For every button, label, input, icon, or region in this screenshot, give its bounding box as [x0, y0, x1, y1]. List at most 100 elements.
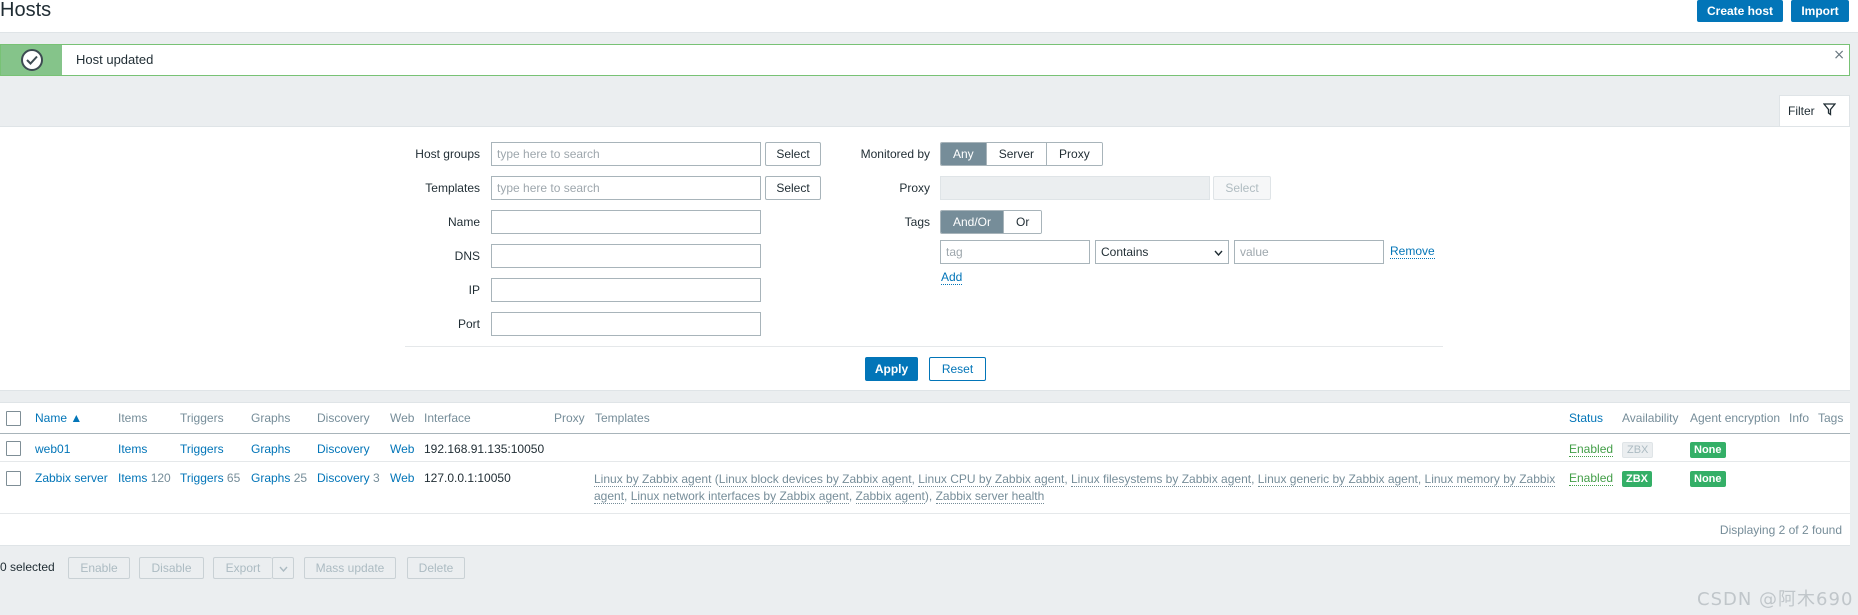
page-header: Hosts Create host Import: [0, 0, 1858, 33]
filter-separator: [405, 346, 1443, 347]
triggers-link[interactable]: Triggers: [180, 471, 224, 485]
web-link[interactable]: Web: [390, 442, 414, 456]
encryption-badge: None: [1690, 442, 1726, 458]
column-proxy: Proxy: [554, 411, 585, 425]
add-tag-link[interactable]: Add: [941, 270, 963, 285]
items-link[interactable]: Items: [118, 471, 147, 485]
tags-operator-toggle[interactable]: And/Or Or: [940, 210, 1043, 234]
template-link[interactable]: Linux filesystems by Zabbix agent: [1070, 472, 1252, 487]
column-interface: Interface: [424, 411, 471, 425]
tag-operator-select[interactable]: Contains: [1095, 240, 1229, 264]
hosts-table: Name ▲ Items Triggers Graphs Discovery W…: [0, 402, 1850, 546]
template-link[interactable]: Linux block devices by Zabbix agent: [718, 472, 912, 487]
encryption-badge: None: [1690, 471, 1726, 487]
triggers-count: 65: [226, 471, 241, 485]
proxy-input: [940, 176, 1210, 200]
reset-button[interactable]: Reset: [929, 357, 986, 381]
chevron-down-icon: [278, 561, 288, 575]
template-link[interactable]: Linux generic by Zabbix agent: [1257, 472, 1418, 487]
proxy-label: Proxy: [899, 181, 930, 195]
template-link[interactable]: Linux CPU by Zabbix agent: [918, 472, 1065, 487]
monitored-by-toggle[interactable]: Any Server Proxy: [940, 142, 1103, 166]
discovery-link[interactable]: Discovery: [317, 471, 370, 485]
enable-button[interactable]: Enable: [68, 557, 130, 579]
delete-button[interactable]: Delete: [407, 557, 465, 579]
name-input[interactable]: [491, 210, 761, 234]
tags-or[interactable]: Or: [1004, 211, 1042, 233]
name-label: Name: [447, 215, 480, 229]
export-dropdown-button[interactable]: [272, 557, 294, 579]
selected-count: 0 selected: [0, 560, 55, 574]
monitored-by-server[interactable]: Server: [986, 143, 1048, 165]
web-link[interactable]: Web: [390, 471, 414, 485]
monitored-by-any[interactable]: Any: [941, 143, 987, 165]
column-status[interactable]: Status: [1569, 411, 1603, 425]
host-groups-input[interactable]: type here to search: [491, 142, 761, 166]
select-all-checkbox[interactable]: [6, 411, 21, 426]
filter-tab[interactable]: Filter: [1779, 95, 1850, 126]
triggers-link[interactable]: Triggers: [180, 442, 224, 456]
availability-badge: ZBX: [1622, 471, 1652, 487]
filter-panel: [0, 126, 1850, 391]
filter-tab-label: Filter: [1788, 104, 1815, 118]
host-name-link[interactable]: web01: [35, 442, 70, 456]
column-triggers: Triggers: [180, 411, 224, 425]
ip-input[interactable]: [491, 278, 761, 302]
items-count: 120: [150, 471, 171, 485]
header-divider: [0, 433, 1850, 434]
page-title: Hosts: [0, 0, 52, 21]
port-input[interactable]: [491, 312, 761, 336]
tag-input[interactable]: tag: [940, 240, 1090, 264]
remove-tag-link[interactable]: Remove: [1390, 244, 1435, 259]
disable-button[interactable]: Disable: [139, 557, 204, 579]
dns-label: DNS: [454, 249, 480, 263]
host-groups-select-button[interactable]: Select: [765, 142, 821, 166]
interface-value: 192.168.91.135:10050: [424, 442, 545, 456]
tag-value-input[interactable]: value: [1234, 240, 1384, 264]
column-availability: Availability: [1622, 411, 1679, 425]
template-link[interactable]: Zabbix agent: [855, 489, 925, 504]
export-button[interactable]: Export: [213, 557, 272, 579]
templates-label: Templates: [425, 181, 480, 195]
host-name-link[interactable]: Zabbix server: [35, 471, 108, 485]
templates-list: Linux by Zabbix agent (Linux block devic…: [594, 472, 1556, 504]
success-icon-box: [1, 45, 62, 75]
status-toggle[interactable]: Enabled: [1569, 442, 1614, 457]
graphs-link[interactable]: Graphs: [251, 471, 290, 485]
graphs-link[interactable]: Graphs: [251, 442, 290, 456]
tags-label: Tags: [904, 215, 930, 229]
column-items: Items: [118, 411, 148, 425]
import-button[interactable]: Import: [1791, 0, 1849, 22]
check-icon: [20, 49, 43, 71]
dns-input[interactable]: [491, 244, 761, 268]
create-host-button[interactable]: Create host: [1697, 0, 1783, 22]
apply-button[interactable]: Apply: [865, 357, 918, 381]
column-web: Web: [390, 411, 415, 425]
monitored-by-proxy[interactable]: Proxy: [1047, 143, 1102, 165]
displaying-count: Displaying 2 of 2 found: [1719, 523, 1842, 537]
tag-operator-value: Contains: [1101, 245, 1149, 259]
column-tags: Tags: [1818, 411, 1844, 425]
template-link[interactable]: Zabbix server health: [935, 489, 1045, 504]
status-toggle[interactable]: Enabled: [1569, 471, 1614, 486]
row-checkbox[interactable]: [6, 471, 21, 486]
interface-value: 127.0.0.1:10050: [424, 471, 511, 485]
host-groups-label: Host groups: [415, 147, 480, 161]
close-icon[interactable]: ×: [1833, 47, 1845, 63]
row-divider: [0, 461, 1850, 462]
templates-input[interactable]: type here to search: [491, 176, 761, 200]
templates-select-button[interactable]: Select: [765, 176, 821, 200]
mass-update-button[interactable]: Mass update: [304, 557, 396, 579]
column-graphs: Graphs: [251, 411, 291, 425]
template-link[interactable]: Linux network interfaces by Zabbix agent: [630, 489, 849, 504]
items-link[interactable]: Items: [118, 442, 147, 456]
column-name[interactable]: Name ▲: [35, 411, 82, 425]
tags-andor[interactable]: And/Or: [941, 211, 1005, 233]
column-templates: Templates: [595, 411, 650, 425]
success-message: Host updated ×: [0, 44, 1850, 76]
availability-badge: ZBX: [1622, 442, 1654, 458]
discovery-link[interactable]: Discovery: [317, 442, 370, 456]
column-agent-encryption: Agent encryption: [1690, 411, 1781, 425]
template-link[interactable]: Linux by Zabbix agent: [594, 472, 712, 487]
row-checkbox[interactable]: [6, 441, 21, 456]
